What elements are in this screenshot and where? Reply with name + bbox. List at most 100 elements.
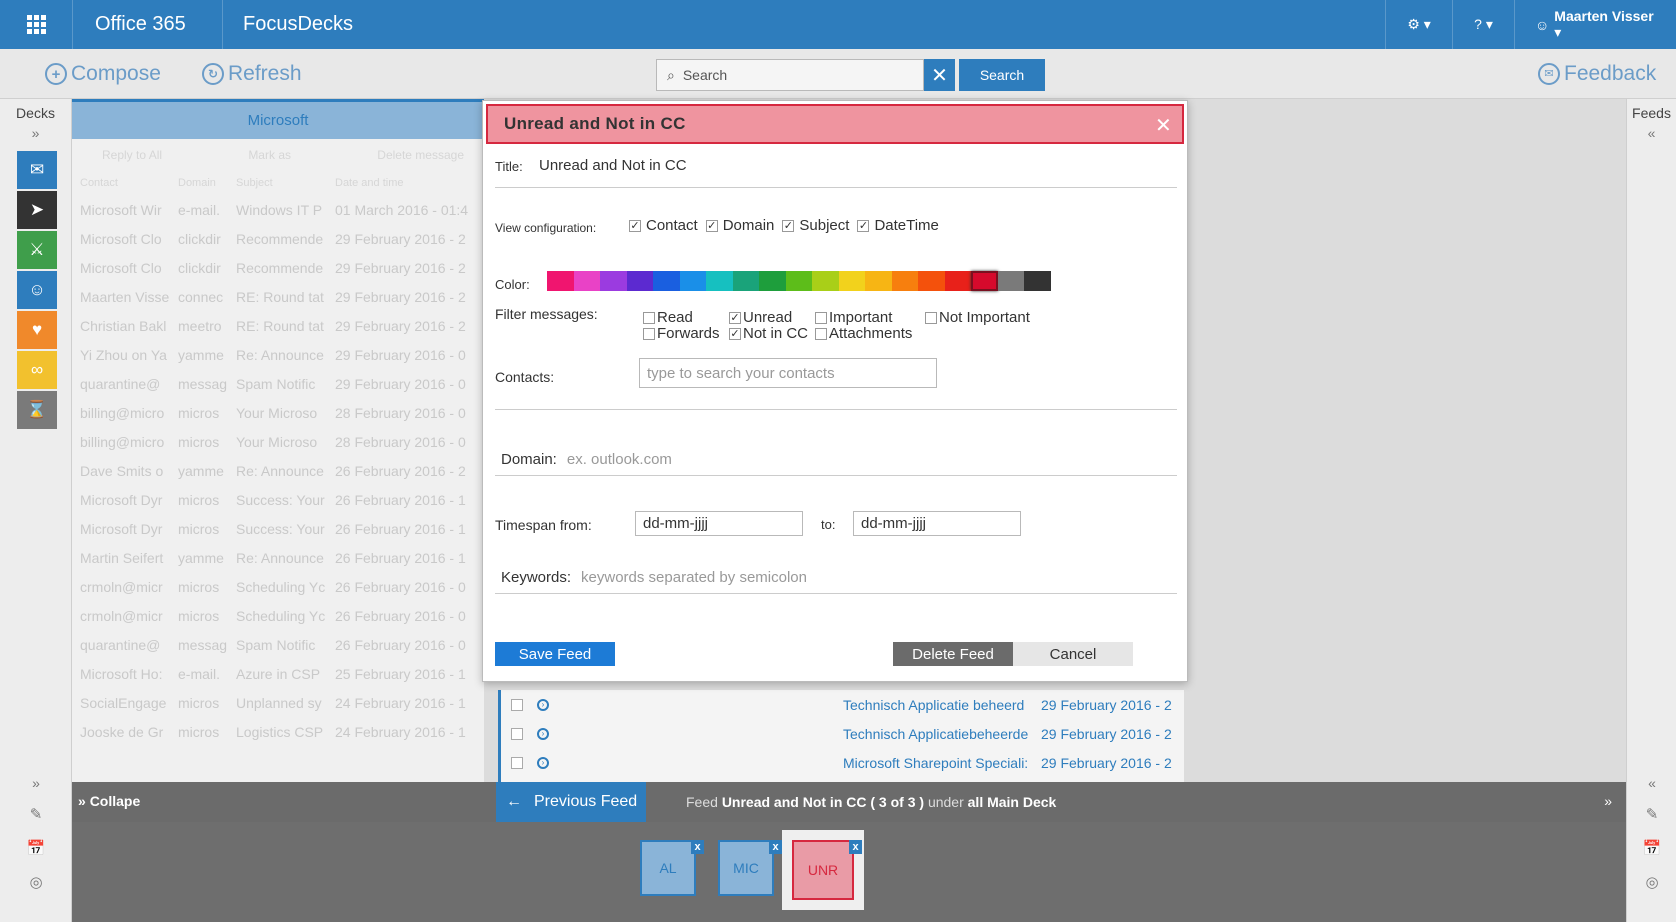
list-item[interactable]: billing@micro micros Your Microso 28 Februa… [72, 427, 484, 456]
delete-message-action[interactable]: Delete message [377, 148, 464, 162]
globe-icon[interactable]: ◎ [0, 873, 72, 891]
color-swatch[interactable] [653, 271, 680, 291]
feeds-calendar-icon[interactable]: 📅 [1627, 839, 1676, 857]
delete-feed-button[interactable]: Delete Feed [893, 642, 1013, 666]
color-swatch[interactable] [918, 271, 945, 291]
calendar-icon[interactable]: 📅 [0, 839, 72, 857]
color-swatch[interactable] [679, 271, 706, 291]
color-swatch[interactable] [600, 271, 627, 291]
timespan-to-input[interactable]: dd-mm-jjjj [853, 511, 1021, 536]
color-swatch[interactable] [971, 271, 998, 291]
previous-feed-button[interactable]: ← Previous Feed [496, 782, 646, 822]
settings-menu-button[interactable]: ⚙ ▾ [1385, 0, 1452, 49]
color-swatch[interactable] [573, 271, 600, 291]
color-swatch[interactable] [759, 271, 786, 291]
list-item[interactable]: Yi Zhou on Ya yamme Re: Announce 29 Februar… [72, 340, 484, 369]
contacts-search-input[interactable]: type to search your contacts [639, 358, 937, 388]
reply-all-action[interactable]: Reply to All [102, 148, 162, 162]
list-item[interactable]: billing@micro micros Your Microso 28 Februa… [72, 398, 484, 427]
color-swatch[interactable] [997, 271, 1024, 291]
expand-decks-icon[interactable]: » [0, 125, 71, 141]
table-row[interactable]: › Technisch Applicatiebeheerde 29 Februa… [501, 719, 1184, 748]
deck-link-icon[interactable]: ∞ [17, 351, 57, 389]
view-domain-checkbox[interactable]: ✓ Domain [705, 217, 774, 234]
list-item[interactable]: Dave Smits o yamme Re: Announce 26 February… [72, 456, 484, 485]
search-input[interactable]: ⌕ Search [656, 59, 924, 91]
view-datetime-checkbox[interactable]: ✓ DateTime [857, 217, 939, 234]
suite-title[interactable]: Office 365 [73, 0, 223, 49]
color-swatch[interactable] [812, 271, 839, 291]
row-checkbox[interactable] [511, 756, 523, 769]
feedback-button[interactable]: ✉ Feedback [1538, 62, 1656, 86]
list-item[interactable]: Microsoft Wir e-mail. Windows IT P 01 March… [72, 195, 484, 224]
cancel-button[interactable]: Cancel [1013, 642, 1133, 666]
list-item[interactable]: Microsoft Clo clickdir Recommende 29 Februa… [72, 224, 484, 253]
table-row[interactable]: › Microsoft Sharepoint Speciali: 29 Febr… [501, 748, 1184, 777]
close-tab-icon[interactable]: x [769, 840, 782, 854]
open-arrow-icon[interactable]: › [537, 727, 549, 740]
open-arrow-icon[interactable]: › [537, 756, 549, 769]
feeds-globe-icon[interactable]: ◎ [1627, 873, 1676, 891]
filter-unread-checkbox[interactable]: ✓ Unread [729, 309, 792, 326]
list-item[interactable]: crmoln@micr micros Scheduling Yc 26 Februar… [72, 601, 484, 630]
timespan-from-input[interactable]: dd-mm-jjjj [635, 511, 803, 536]
view-subject-checkbox[interactable]: ✓ Subject [782, 217, 849, 234]
color-swatch[interactable] [865, 271, 892, 291]
deck-hourglass-icon[interactable]: ⌛ [17, 391, 57, 429]
list-item[interactable]: Microsoft Clo clickdir Recommende 29 Februa… [72, 253, 484, 282]
filter-not-important-checkbox[interactable]: Not Important [925, 309, 1030, 326]
refresh-button[interactable]: ↻ Refresh [202, 62, 302, 86]
list-item[interactable]: SocialEngage micros Unplanned sy 24 Februar… [72, 688, 484, 717]
color-swatch[interactable] [706, 271, 733, 291]
search-clear-button[interactable]: ✕ [924, 59, 955, 91]
deck-send-icon[interactable]: ➤ [17, 191, 57, 229]
color-swatch[interactable] [547, 271, 574, 291]
list-item[interactable]: Christian Bakl meetro RE: Round tat 29 Febr… [72, 311, 484, 340]
help-menu-button[interactable]: ? ▾ [1452, 0, 1514, 49]
list-item[interactable]: crmoln@micr micros Scheduling Yc 26 Februar… [72, 572, 484, 601]
list-item[interactable]: Microsoft Dyr micros Success: Your 26 Febru… [72, 485, 484, 514]
collapse-button[interactable]: » Collape [78, 793, 140, 809]
table-row[interactable]: › Technisch Applicatie beheerd 29 Februa… [501, 690, 1184, 719]
list-item[interactable]: Microsoft Ho: e-mail. Azure in CSP 25 Febru… [72, 659, 484, 688]
list-item[interactable]: Jooske de Gr micros Logistics CSP 24 Februa… [72, 717, 484, 746]
compose-button[interactable]: + Compose [45, 62, 161, 86]
view-contact-checkbox[interactable]: ✓ Contact [629, 217, 698, 234]
filter-important-checkbox[interactable]: Important [815, 309, 892, 326]
color-swatch[interactable] [944, 271, 971, 291]
feeds-bottom-chevron-icon[interactable]: « [1627, 775, 1676, 791]
edit-icon[interactable]: ✎ [0, 805, 72, 823]
keywords-field[interactable]: Keywords: keywords separated by semicolo… [495, 562, 1177, 594]
feeds-edit-icon[interactable]: ✎ [1627, 805, 1676, 823]
expand-feeds-icon[interactable]: « [1627, 125, 1676, 141]
row-checkbox[interactable] [511, 727, 523, 740]
expand-bottom-icon[interactable]: » [1604, 793, 1612, 809]
search-button[interactable]: Search [959, 59, 1045, 91]
col-domain[interactable]: Domain [178, 177, 236, 189]
deck-tab-unr[interactable]: UNR x [792, 840, 862, 900]
domain-field[interactable]: Domain: ex. outlook.com [495, 444, 1177, 476]
list-item[interactable]: quarantine@ messag Spam Notific 26 February… [72, 630, 484, 659]
save-feed-button[interactable]: Save Feed [495, 642, 615, 666]
list-item[interactable]: Microsoft Dyr micros Success: Your 26 Febru… [72, 514, 484, 543]
list-item[interactable]: Maarten Visse connec RE: Round tat 29 Febru… [72, 282, 484, 311]
color-swatch[interactable] [626, 271, 653, 291]
color-swatch[interactable] [891, 271, 918, 291]
color-swatch[interactable] [1024, 271, 1051, 291]
close-icon[interactable]: ✕ [1155, 113, 1172, 138]
row-checkbox[interactable] [511, 698, 523, 711]
deck-mail-icon[interactable]: ✉ [17, 151, 57, 189]
mark-as-action[interactable]: Mark as [248, 148, 291, 162]
col-contact[interactable]: Contact [80, 177, 178, 189]
color-swatch[interactable] [838, 271, 865, 291]
col-subject[interactable]: Subject [236, 177, 335, 189]
deck-heart-icon[interactable]: ♥ [17, 311, 57, 349]
deck-tab-al[interactable]: AL x [640, 840, 704, 896]
close-tab-icon[interactable]: x [691, 840, 704, 854]
filter-not-in-cc-checkbox[interactable]: ✓ Not in CC [729, 325, 808, 342]
open-arrow-icon[interactable]: › [537, 698, 549, 711]
deck-contacts-icon[interactable]: ☺ [17, 271, 57, 309]
deck-share-icon[interactable]: ⚔ [17, 231, 57, 269]
filter-attachments-checkbox[interactable]: Attachments [815, 325, 912, 342]
user-menu-button[interactable]: ☺ Maarten Visser ▾ [1514, 0, 1676, 49]
